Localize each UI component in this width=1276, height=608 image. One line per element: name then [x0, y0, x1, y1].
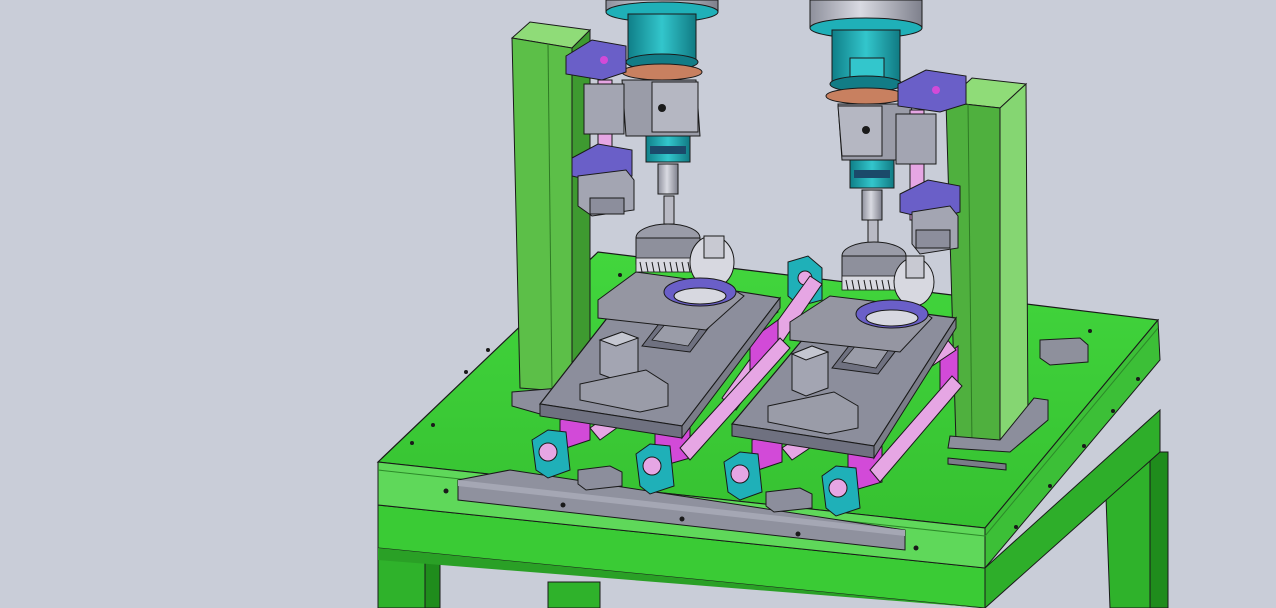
bearing-block	[635, 443, 675, 495]
machine-assembly-model	[376, 0, 1169, 608]
bearing-block	[723, 451, 763, 501]
right-column	[944, 77, 1049, 471]
cad-viewport[interactable]	[0, 0, 1276, 608]
bearing-block	[821, 465, 861, 517]
bearing-block	[531, 429, 571, 479]
